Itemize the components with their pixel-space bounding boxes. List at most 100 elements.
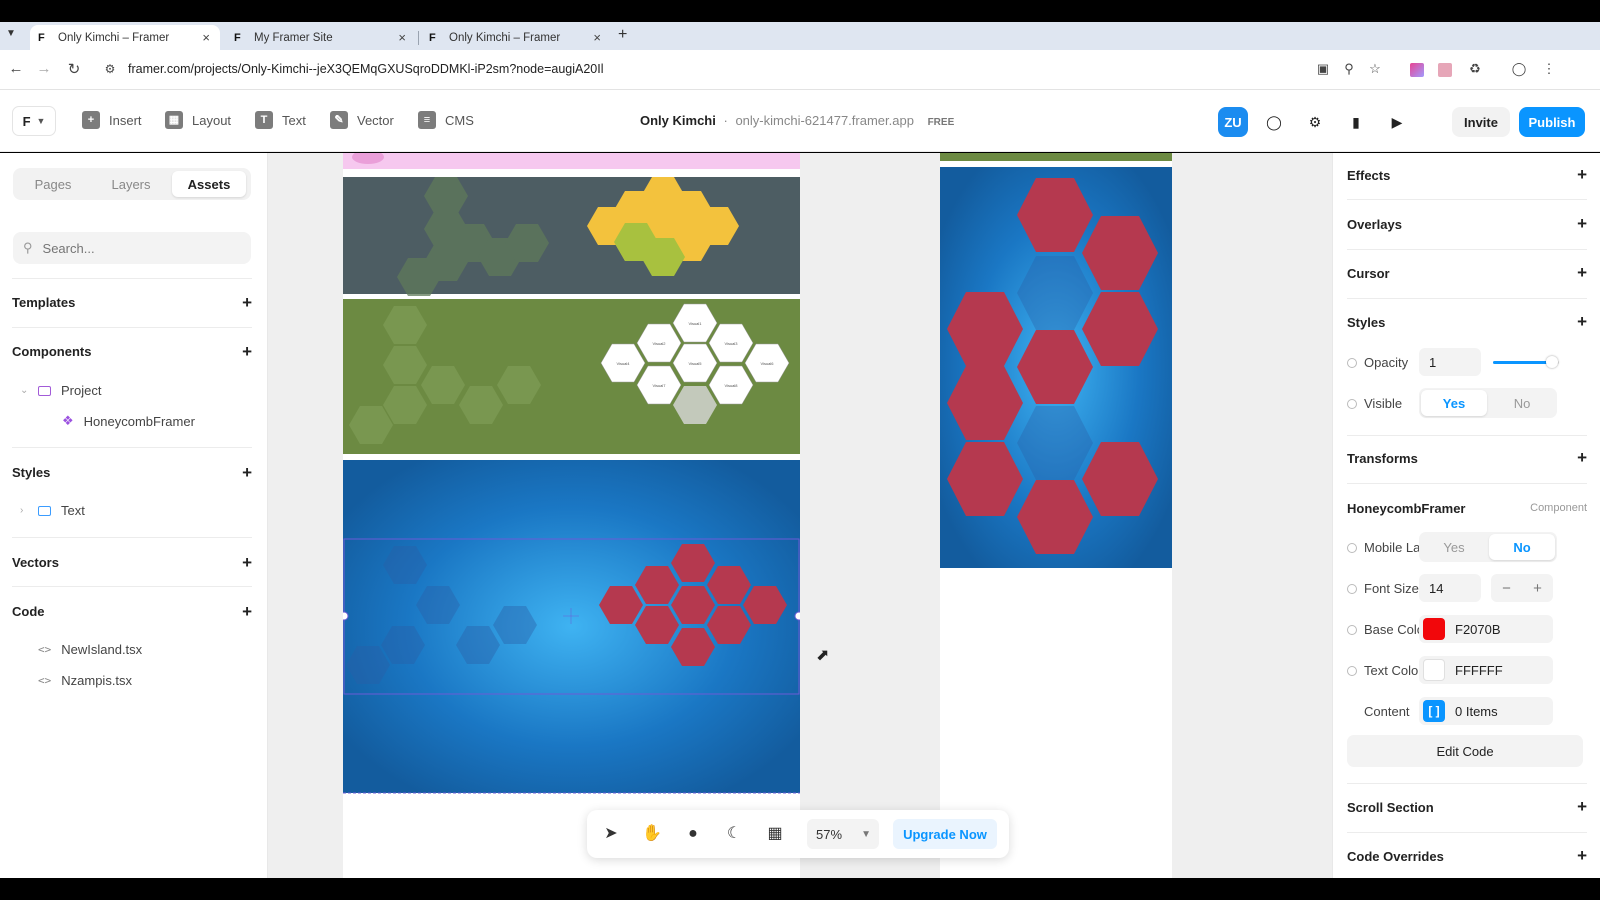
dark-mode-moon-icon[interactable]: ☾	[722, 822, 746, 846]
framer-menu-button[interactable]: F ▼	[12, 106, 56, 136]
increment-plus-icon[interactable]: +	[1522, 580, 1553, 597]
overlays-section[interactable]: Overlays +	[1347, 214, 1587, 234]
mobile-blue-honeycomb-section[interactable]	[940, 167, 1172, 568]
font-size-input[interactable]: 14	[1419, 574, 1481, 602]
cursor-section[interactable]: Cursor +	[1347, 263, 1587, 283]
desktop-frame[interactable]: Visual1 Visual2 Visual3 Visual4 Visual5 …	[339, 153, 804, 878]
add-code-override-plus-icon[interactable]: +	[1577, 846, 1587, 866]
avatar[interactable]: ZU	[1218, 107, 1248, 137]
zoom-icon[interactable]: ⚲	[1340, 61, 1358, 79]
variable-dot-icon[interactable]	[1347, 542, 1357, 553]
new-tab-button[interactable]: +	[618, 26, 627, 44]
vectors-section[interactable]: Vectors +	[12, 553, 252, 573]
add-cursor-plus-icon[interactable]: +	[1577, 263, 1587, 283]
styles-section[interactable]: Styles +	[12, 463, 252, 482]
slate-honeycomb-section[interactable]	[343, 177, 800, 296]
upgrade-now-button[interactable]: Upgrade Now	[893, 819, 997, 849]
add-code-plus-icon[interactable]: +	[242, 602, 252, 622]
variable-dot-icon[interactable]	[1347, 624, 1357, 635]
transforms-section[interactable]: Transforms +	[1347, 448, 1587, 468]
decrement-minus-icon[interactable]: −	[1491, 580, 1522, 597]
text-color-swatch[interactable]	[1423, 659, 1445, 681]
project-title[interactable]: Only Kimchi · only-kimchi-621477.framer.…	[640, 113, 954, 128]
site-info-icon[interactable]: ⚙	[100, 62, 120, 76]
design-canvas[interactable]: Visual1 Visual2 Visual3 Visual4 Visual5 …	[268, 153, 1332, 878]
url-field[interactable]: framer.com/projects/Only-Kimchi--jeX3QEM…	[128, 62, 604, 76]
text-style-folder[interactable]: › Text	[20, 503, 85, 518]
resize-handle-left[interactable]	[339, 611, 349, 621]
back-arrow-icon[interactable]: ←	[6, 60, 26, 77]
components-section[interactable]: Components +	[12, 342, 252, 362]
add-component-plus-icon[interactable]: +	[242, 342, 252, 362]
base-color-swatch[interactable]	[1423, 618, 1445, 640]
opacity-input[interactable]: 1	[1419, 348, 1481, 376]
settings-gear-icon[interactable]: ⚙	[1300, 107, 1330, 137]
tab-close-icon[interactable]: ×	[398, 30, 406, 45]
base-color-field[interactable]: F2070B	[1419, 615, 1553, 643]
forward-arrow-icon[interactable]: →	[34, 60, 54, 77]
mobile-frame[interactable]	[940, 153, 1172, 878]
variable-dot-icon[interactable]	[1347, 583, 1357, 594]
reload-icon[interactable]: ↻	[64, 60, 84, 78]
add-transform-plus-icon[interactable]: +	[1577, 448, 1587, 468]
code-file-newisland[interactable]: <> NewIsland.tsx	[38, 642, 142, 657]
add-template-plus-icon[interactable]: +	[242, 293, 252, 313]
search-box[interactable]: ⚲	[13, 232, 251, 264]
play-preview-icon[interactable]: ▶	[1382, 107, 1412, 137]
profile-icon[interactable]: ◯	[1510, 61, 1528, 79]
globe-icon[interactable]: ◯	[1259, 107, 1289, 137]
tab-pages[interactable]: Pages	[16, 171, 90, 197]
styles-section[interactable]: Styles +	[1347, 312, 1587, 332]
component-item-honeycombframer[interactable]: ❖ HoneycombFramer	[62, 413, 195, 429]
invite-button[interactable]: Invite	[1452, 107, 1510, 137]
browser-tab-3[interactable]: F Only Kimchi – Framer ×	[421, 25, 611, 50]
scroll-section[interactable]: Scroll Section +	[1347, 797, 1587, 817]
visible-yes-option[interactable]: Yes	[1421, 390, 1487, 416]
extension-color-icon[interactable]	[1408, 61, 1426, 79]
search-input[interactable]	[42, 240, 233, 256]
variable-dot-icon[interactable]	[1347, 665, 1357, 676]
add-vector-plus-icon[interactable]: +	[242, 553, 252, 573]
tab-layers[interactable]: Layers	[94, 171, 168, 197]
text-color-field[interactable]: FFFFFF	[1419, 656, 1553, 684]
insert-button[interactable]: + Insert	[82, 111, 142, 129]
add-overlay-plus-icon[interactable]: +	[1577, 214, 1587, 234]
slider-thumb[interactable]	[1546, 356, 1559, 368]
grid-view-icon[interactable]: ▦	[763, 822, 787, 846]
add-style-plus-icon[interactable]: +	[1577, 312, 1587, 332]
analytics-bars-icon[interactable]: ▮	[1341, 107, 1371, 137]
tab-close-icon[interactable]: ×	[593, 30, 601, 45]
bookmark-star-icon[interactable]: ☆	[1366, 61, 1384, 79]
effects-section[interactable]: Effects +	[1347, 165, 1587, 185]
add-scroll-section-plus-icon[interactable]: +	[1577, 797, 1587, 817]
code-file-nzampis[interactable]: <> Nzampis.tsx	[38, 673, 132, 688]
browser-tab-1[interactable]: F Only Kimchi – Framer ×	[30, 25, 220, 50]
zoom-select[interactable]: 57% ▼	[807, 819, 879, 849]
text-button[interactable]: T Text	[255, 111, 306, 129]
select-arrow-icon[interactable]: ➤	[599, 822, 623, 846]
mobile-yes-option[interactable]: Yes	[1421, 534, 1487, 560]
variable-dot-icon[interactable]	[1347, 357, 1357, 368]
mobile-no-option[interactable]: No	[1489, 534, 1555, 560]
browser-menu-icon[interactable]: ⋮	[1540, 61, 1558, 79]
layout-button[interactable]: ▦ Layout	[165, 111, 231, 129]
comment-bubble-icon[interactable]: ●	[681, 822, 705, 846]
install-app-icon[interactable]: ▣	[1314, 61, 1332, 79]
resize-handle-right[interactable]	[794, 611, 804, 621]
project-folder[interactable]: ⌄ Project	[20, 383, 101, 398]
extension-grid-icon[interactable]	[1436, 61, 1454, 79]
tab-list-chevron-icon[interactable]: ▼	[6, 28, 20, 42]
tab-assets[interactable]: Assets	[172, 171, 246, 197]
add-effect-plus-icon[interactable]: +	[1577, 165, 1587, 185]
cms-button[interactable]: ≡ CMS	[418, 111, 474, 129]
code-section[interactable]: Code +	[12, 602, 252, 622]
variable-dot-icon[interactable]	[1347, 398, 1357, 409]
publish-button[interactable]: Publish	[1519, 107, 1585, 137]
vector-button[interactable]: ✎ Vector	[330, 111, 394, 129]
blue-honeycomb-section[interactable]	[339, 460, 804, 794]
extensions-puzzle-icon[interactable]: ♻	[1466, 61, 1484, 79]
content-field[interactable]: [ ] 0 Items	[1419, 697, 1553, 725]
code-overrides-section[interactable]: Code Overrides +	[1347, 846, 1587, 866]
tab-close-icon[interactable]: ×	[202, 30, 210, 45]
browser-tab-2[interactable]: F My Framer Site ×	[226, 25, 416, 50]
